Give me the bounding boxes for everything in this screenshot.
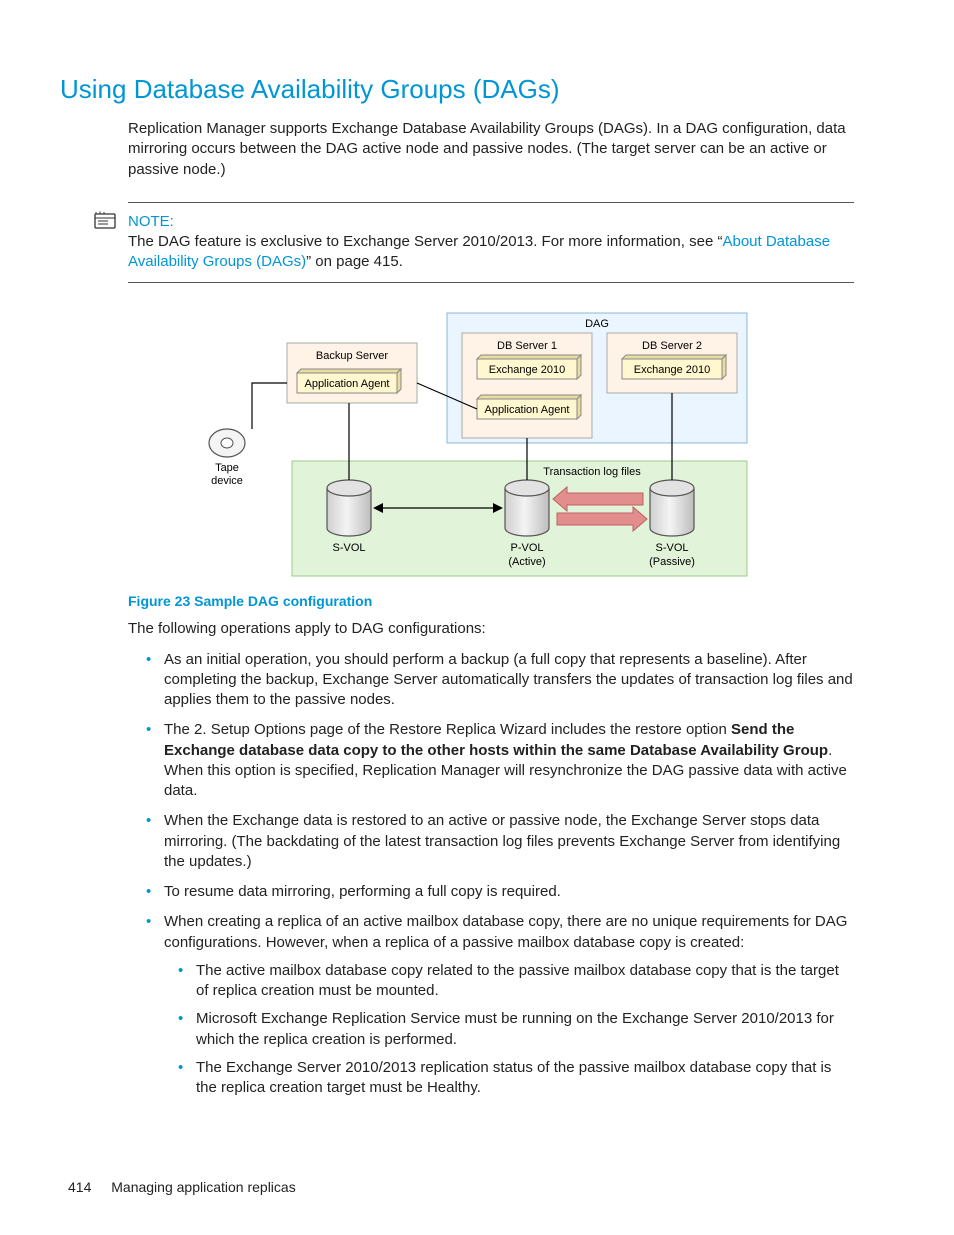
list-item: When creating a replica of an active mai… <box>142 912 854 1098</box>
list-item: To resume data mirroring, performing a f… <box>142 882 854 902</box>
page-footer: 414 Managing application replicas <box>68 1179 296 1195</box>
bullet-list: As an initial operation, you should perf… <box>142 650 854 1099</box>
intro-paragraph: Replication Manager supports Exchange Da… <box>128 119 854 180</box>
pvol-sub-label: (Active) <box>508 556 545 568</box>
sub-list-item: Microsoft Exchange Replication Service m… <box>174 1009 854 1050</box>
note-text-after: ” on page 415. <box>306 253 403 270</box>
backup-label: Backup Server <box>316 350 388 362</box>
footer-section: Managing application replicas <box>111 1179 295 1195</box>
figure-caption: Figure 23 Sample DAG configuration <box>128 593 854 609</box>
svol-right-sub-label: (Passive) <box>649 556 695 568</box>
note-rule-top <box>128 202 854 203</box>
ex1-label: Exchange 2010 <box>489 364 565 376</box>
svol-left-label: S-VOL <box>332 542 365 554</box>
note-block: NOTE: The DAG feature is exclusive to Ex… <box>128 213 854 273</box>
note-rule-bottom <box>128 282 854 283</box>
page-number: 414 <box>68 1179 91 1195</box>
page: Using Database Availability Groups (DAGs… <box>0 0 954 1235</box>
sub-text: The active mailbox database copy related… <box>196 962 839 999</box>
operations-intro: The following operations apply to DAG co… <box>128 619 854 639</box>
appagent-right-label: Application Agent <box>484 404 569 416</box>
sub-list: The active mailbox database copy related… <box>174 961 854 1099</box>
list-item: As an initial operation, you should perf… <box>142 650 854 711</box>
appagent-left-label: Application Agent <box>304 378 389 390</box>
note-text-before: The DAG feature is exclusive to Exchange… <box>128 233 722 250</box>
txlog-label: Transaction log files <box>543 466 641 478</box>
tape-label-2: device <box>211 475 243 487</box>
pvol-label: P-VOL <box>510 542 543 554</box>
sub-text: The Exchange Server 2010/2013 replicatio… <box>196 1059 831 1096</box>
sub-list-item: The Exchange Server 2010/2013 replicatio… <box>174 1058 854 1099</box>
sub-list-item: The active mailbox database copy related… <box>174 961 854 1002</box>
bullet-text: When creating a replica of an active mai… <box>164 913 847 950</box>
ex2-label: Exchange 2010 <box>634 364 710 376</box>
tape-label-1: Tape <box>215 462 239 474</box>
page-heading: Using Database Availability Groups (DAGs… <box>60 74 894 105</box>
note-text: The DAG feature is exclusive to Exchange… <box>128 232 854 273</box>
diagram: DAG DB Server 1 DB Server 2 Exchange 201… <box>197 303 757 583</box>
svol-right-label: S-VOL <box>655 542 688 554</box>
bullet-text-prefix: The 2. Setup Options page of the Restore… <box>164 721 731 738</box>
bullet-text: As an initial operation, you should perf… <box>164 651 853 709</box>
note-icon <box>94 211 116 234</box>
list-item: The 2. Setup Options page of the Restore… <box>142 720 854 801</box>
note-label: NOTE: <box>128 213 854 230</box>
dag-label: DAG <box>585 318 609 330</box>
sub-text: Microsoft Exchange Replication Service m… <box>196 1010 834 1047</box>
bullet-text: To resume data mirroring, performing a f… <box>164 883 561 900</box>
list-item: When the Exchange data is restored to an… <box>142 811 854 872</box>
bullet-text: When the Exchange data is restored to an… <box>164 812 840 870</box>
db1-label: DB Server 1 <box>497 340 557 352</box>
note-svg <box>94 211 116 229</box>
db2-label: DB Server 2 <box>642 340 702 352</box>
